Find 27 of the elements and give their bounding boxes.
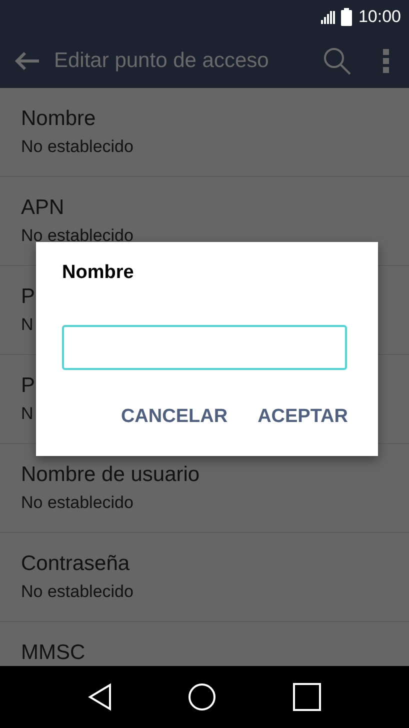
screen-title: Editar punto de acceso	[54, 49, 270, 73]
setting-title[interactable]: Nombre de usuario	[21, 462, 200, 488]
signal-icon	[321, 10, 336, 24]
name-input-field[interactable]	[62, 325, 347, 370]
dialog-title: Nombre	[62, 262, 135, 284]
setting-value: No establecido	[21, 492, 134, 514]
setting-value: No establecido	[21, 581, 134, 603]
setting-value: No establecido	[21, 225, 134, 247]
dialog-button[interactable]: ACEPTAR	[258, 406, 348, 428]
search-icon[interactable]	[323, 47, 351, 75]
setting-title[interactable]: APN	[21, 195, 64, 221]
recents-icon[interactable]	[292, 683, 321, 711]
back-arrow-icon[interactable]	[14, 51, 40, 71]
setting-value: N	[21, 314, 34, 336]
setting-value: No establecido	[21, 136, 134, 158]
more-options-icon[interactable]	[383, 49, 389, 73]
dialog-button[interactable]: CANCELAR	[120, 406, 228, 428]
setting-title[interactable]: Contraseña	[21, 551, 130, 577]
back-icon[interactable]	[88, 683, 112, 711]
battery-icon	[341, 8, 352, 26]
setting-title[interactable]: P	[21, 284, 36, 310]
home-icon[interactable]	[188, 683, 216, 711]
setting-title[interactable]: MMSC	[21, 640, 86, 666]
setting-title[interactable]: Nombre	[21, 106, 96, 132]
clock: 10:00	[358, 7, 401, 27]
setting-title[interactable]: P	[21, 373, 36, 399]
setting-value: N	[21, 403, 34, 425]
